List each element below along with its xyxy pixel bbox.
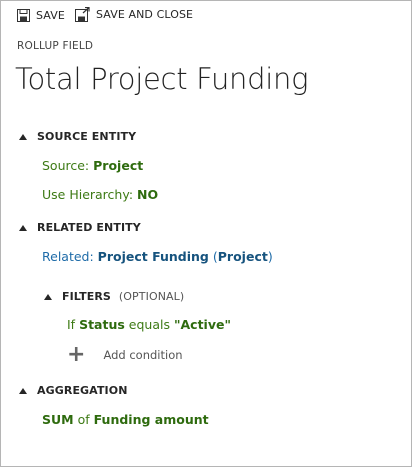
condition-if: If (67, 317, 76, 332)
aggregation-field[interactable]: Funding amount (94, 412, 209, 427)
save-and-close-button[interactable]: SAVE AND CLOSE (75, 7, 193, 22)
collapse-triangle-icon (19, 133, 27, 140)
related-paren-close: ) (267, 249, 273, 264)
aggregation-of: of (77, 412, 90, 427)
related-parent[interactable]: Project (218, 249, 268, 264)
aggregation-row[interactable]: SUM of Funding amount (42, 412, 209, 427)
section-related-entity[interactable]: RELATED ENTITY (19, 221, 141, 234)
section-source-entity[interactable]: SOURCE ENTITY (19, 130, 136, 143)
save-and-close-icon (75, 7, 90, 22)
section-heading: AGGREGATION (37, 384, 128, 397)
collapse-triangle-icon (19, 387, 27, 394)
source-row[interactable]: Source: Project (42, 158, 143, 173)
hierarchy-value[interactable]: NO (137, 187, 158, 202)
condition-field[interactable]: Status (79, 317, 125, 332)
save-button[interactable]: SAVE (17, 9, 65, 22)
related-value[interactable]: Project Funding (98, 249, 209, 264)
hierarchy-row[interactable]: Use Hierarchy: NO (42, 187, 158, 202)
save-label: SAVE (36, 9, 65, 22)
section-heading: SOURCE ENTITY (37, 130, 137, 143)
aggregation-function[interactable]: SUM (42, 412, 74, 427)
section-heading: FILTERS (62, 290, 111, 303)
hierarchy-label: Use Hierarchy: (42, 187, 134, 202)
source-label: Source: (42, 158, 90, 173)
source-value[interactable]: Project (93, 158, 143, 173)
plus-icon: + (67, 342, 86, 367)
filter-condition[interactable]: If Status equals "Active" (67, 317, 231, 332)
section-heading: RELATED ENTITY (37, 221, 141, 234)
related-label: Related: (42, 249, 94, 264)
section-aggregation[interactable]: AGGREGATION (19, 384, 128, 397)
save-and-close-label: SAVE AND CLOSE (96, 8, 194, 21)
collapse-triangle-icon (19, 224, 27, 231)
save-icon (17, 9, 30, 22)
section-filters[interactable]: FILTERS (OPTIONAL) (44, 290, 184, 303)
condition-operator[interactable]: equals (129, 317, 170, 332)
field-type-label: ROLLUP FIELD (17, 40, 94, 52)
condition-value[interactable]: "Active" (174, 317, 231, 332)
add-condition-button[interactable]: + Add condition (67, 342, 183, 367)
add-condition-label: Add condition (103, 348, 183, 362)
page-title: Total Project Funding (15, 62, 309, 96)
filters-optional-label: (OPTIONAL) (118, 290, 185, 303)
collapse-triangle-icon (44, 293, 52, 300)
related-row[interactable]: Related: Project Funding (Project) (42, 249, 273, 264)
